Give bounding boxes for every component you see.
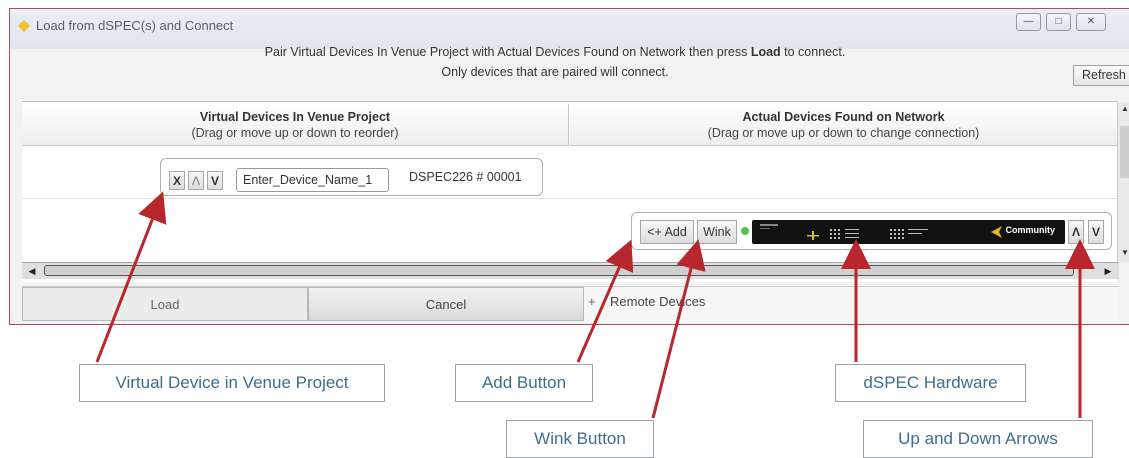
load-connect-dialog: Load from dSPEC(s) and Connect — □ ✕ Pai… <box>9 8 1129 325</box>
cancel-button[interactable]: Cancel <box>308 287 584 321</box>
remote-devices-label: Remote Devices <box>610 294 706 309</box>
remove-device-button[interactable]: X <box>169 171 185 190</box>
instruction-load-keyword: Load <box>750 45 781 59</box>
instruction-text-b: to connect. <box>780 45 846 59</box>
plus-icon: + <box>588 294 596 309</box>
brand-logo-text: Community <box>1005 225 1056 235</box>
diamond-app-icon <box>18 20 30 32</box>
actual-devices-column-header: Actual Devices Found on Network (Drag or… <box>570 104 1117 146</box>
maximize-button[interactable]: □ <box>1046 13 1071 31</box>
scroll-left-icon[interactable]: ◀ <box>24 263 40 279</box>
device-name-field[interactable]: Enter_Device_Name_1 <box>236 168 389 192</box>
move-down-button[interactable]: V <box>1088 220 1104 244</box>
move-down-button[interactable]: V <box>207 171 223 190</box>
scroll-up-icon[interactable]: ▲ <box>1118 104 1129 113</box>
move-up-button[interactable]: Λ <box>188 171 204 190</box>
instruction-line-1: Pair Virtual Devices In Venue Project wi… <box>10 45 1100 59</box>
virtual-devices-column-header: Virtual Devices In Venue Project (Drag o… <box>22 104 569 146</box>
scroll-down-icon[interactable]: ▼ <box>1118 248 1129 257</box>
status-led-icon <box>741 227 749 235</box>
callout-dspec-hardware: dSPEC Hardware <box>835 364 1026 402</box>
callout-virtual-device: Virtual Device in Venue Project <box>79 364 385 402</box>
load-button[interactable]: Load <box>22 287 308 321</box>
vertical-scrollbar[interactable]: ▲ ▼ <box>1117 102 1129 262</box>
actual-column-title: Actual Devices Found on Network <box>742 110 945 124</box>
callout-add-button: Add Button <box>455 364 593 402</box>
horizontal-scrollbar[interactable]: ◀ ▶ <box>22 262 1119 279</box>
virtual-column-subtitle: (Drag or move up or down to reorder) <box>191 126 399 140</box>
remote-devices-expander[interactable]: + Remote Devices <box>588 287 705 317</box>
instruction-text-a: Pair Virtual Devices In Venue Project wi… <box>264 45 751 59</box>
actual-device-item[interactable]: <+ Add Wink Community Λ V <box>631 212 1112 250</box>
callout-up-down-arrows: Up and Down Arrows <box>863 420 1093 458</box>
horizontal-scroll-thumb[interactable] <box>44 265 1074 276</box>
instruction-line-2: Only devices that are paired will connec… <box>441 65 669 79</box>
device-serial-label: DSPEC226 # 00001 <box>409 170 522 184</box>
window-title: Load from dSPEC(s) and Connect <box>36 18 234 33</box>
refresh-button[interactable]: Refresh <box>1073 65 1129 86</box>
bottom-bar: Load Cancel + Remote Devices <box>22 286 1119 323</box>
virtual-device-item[interactable]: X Λ V Enter_Device_Name_1 DSPEC226 # 000… <box>160 158 543 196</box>
wink-button[interactable]: Wink <box>697 220 737 244</box>
minimize-button[interactable]: — <box>1016 13 1041 31</box>
add-button[interactable]: <+ Add <box>640 220 694 244</box>
callout-wink-button: Wink Button <box>506 420 654 458</box>
vertical-scroll-thumb[interactable] <box>1120 126 1129 178</box>
device-pairing-grid: Virtual Devices In Venue Project (Drag o… <box>22 101 1129 282</box>
dspec-hardware-image: Community <box>752 220 1065 244</box>
move-up-button[interactable]: Λ <box>1068 220 1084 244</box>
title-bar: Load from dSPEC(s) and Connect — □ ✕ <box>10 9 1129 49</box>
row-divider <box>22 198 1117 199</box>
close-button[interactable]: ✕ <box>1076 13 1106 31</box>
virtual-column-title: Virtual Devices In Venue Project <box>199 110 391 124</box>
scroll-right-icon[interactable]: ▶ <box>1100 263 1116 279</box>
actual-column-subtitle: (Drag or move up or down to change conne… <box>707 126 980 140</box>
